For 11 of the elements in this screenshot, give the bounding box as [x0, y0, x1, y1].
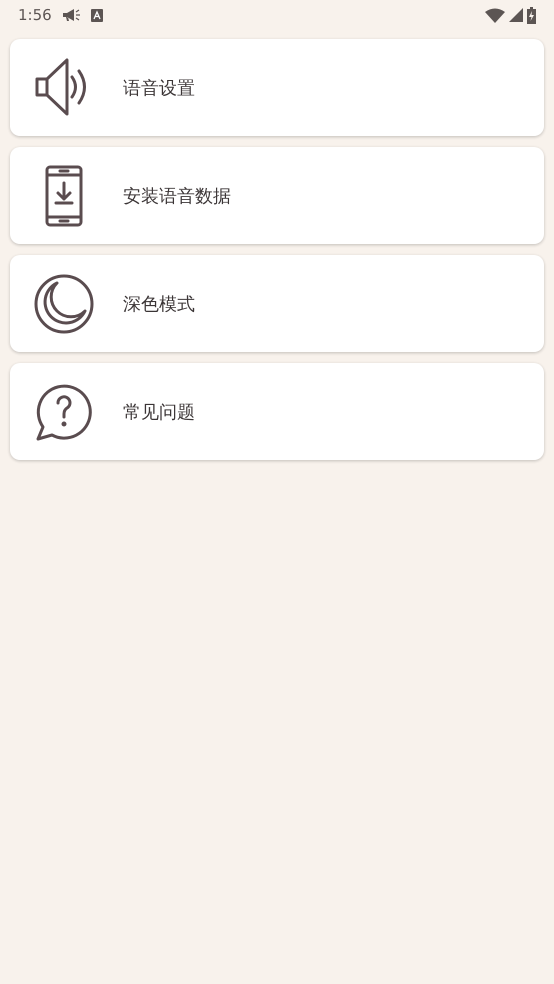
- menu-item[interactable]: 常见问题: [10, 363, 544, 460]
- signal-icon: [509, 8, 523, 22]
- megaphone-icon: [62, 8, 81, 22]
- battery-icon: [527, 6, 536, 24]
- menu-item[interactable]: 语音设置: [10, 39, 544, 136]
- wifi-icon: [485, 8, 505, 22]
- moon-icon: [34, 272, 94, 334]
- menu-item[interactable]: 安装语音数据: [10, 147, 544, 244]
- menu-item[interactable]: 深色模式: [10, 255, 544, 352]
- text-a-icon: [90, 8, 103, 22]
- clock-time: 1:56: [18, 6, 52, 24]
